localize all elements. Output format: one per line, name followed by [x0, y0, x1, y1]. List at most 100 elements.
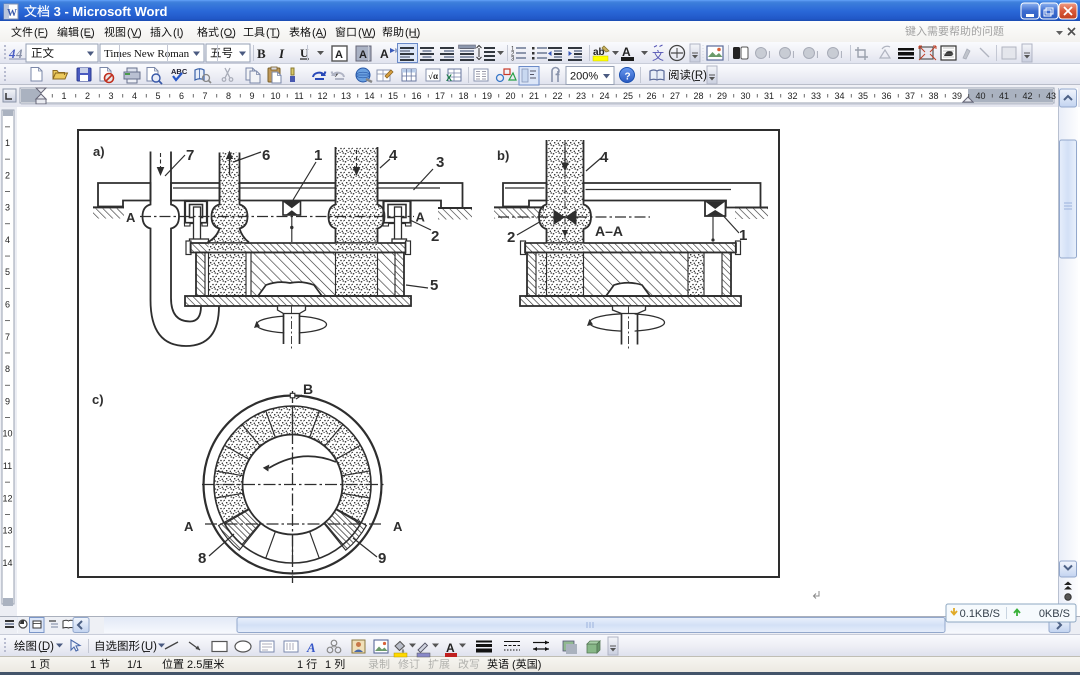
svg-text:c): c): [92, 392, 104, 407]
svg-text:Times New Roman: Times New Roman: [104, 48, 190, 60]
svg-text:7: 7: [5, 332, 10, 342]
svg-text:X: X: [446, 73, 452, 83]
svg-text:33: 33: [811, 91, 821, 101]
svg-text:9: 9: [378, 550, 386, 567]
svg-text:11: 11: [294, 91, 303, 101]
svg-text:43: 43: [1046, 91, 1056, 101]
svg-text:A: A: [306, 640, 316, 655]
svg-text:√α: √α: [428, 71, 438, 81]
svg-text:31: 31: [764, 91, 774, 101]
svg-text:B: B: [303, 381, 313, 397]
svg-text:A: A: [184, 519, 194, 534]
svg-text:7: 7: [202, 91, 207, 101]
svg-text:a): a): [93, 144, 105, 159]
svg-text:18: 18: [458, 91, 468, 101]
svg-text:1/1: 1/1: [127, 659, 142, 671]
svg-text:A: A: [622, 45, 631, 59]
svg-text:(I): (I): [173, 27, 183, 39]
svg-text:3: 3: [5, 203, 10, 213]
svg-text:A: A: [393, 519, 403, 534]
svg-text:20: 20: [505, 91, 515, 101]
svg-text:I: I: [278, 46, 285, 61]
svg-text:(: (: [509, 659, 516, 671]
svg-text:0KB/S: 0KB/S: [1039, 608, 1070, 620]
svg-text:4: 4: [132, 91, 137, 101]
svg-text:35: 35: [858, 91, 868, 101]
svg-text:12: 12: [2, 493, 12, 503]
svg-text:16: 16: [411, 91, 421, 101]
svg-text:1: 1: [90, 659, 99, 671]
svg-text:11: 11: [3, 461, 12, 471]
svg-text:200%: 200%: [570, 71, 598, 83]
svg-text:1: 1: [314, 147, 322, 164]
svg-text:W: W: [7, 8, 17, 19]
svg-text:5: 5: [155, 91, 160, 101]
svg-text:38: 38: [928, 91, 938, 101]
svg-text:5: 5: [5, 267, 10, 277]
svg-text:4: 4: [389, 147, 398, 164]
svg-text:I: I: [768, 50, 771, 61]
svg-text:5: 5: [430, 277, 438, 294]
svg-text:27: 27: [670, 91, 680, 101]
svg-text:4: 4: [600, 149, 609, 166]
svg-text:2: 2: [431, 228, 439, 245]
svg-text:1: 1: [739, 227, 747, 244]
svg-text:8: 8: [5, 364, 10, 374]
svg-text:6: 6: [262, 147, 270, 164]
svg-text:41: 41: [999, 91, 1009, 101]
svg-text:22: 22: [552, 91, 562, 101]
svg-text:2: 2: [507, 229, 515, 246]
svg-text:36: 36: [881, 91, 891, 101]
svg-text:I: I: [840, 50, 843, 61]
svg-text:40: 40: [975, 91, 985, 101]
svg-text:?: ?: [625, 72, 631, 83]
svg-text:42: 42: [1022, 91, 1032, 101]
svg-text:24: 24: [599, 91, 609, 101]
svg-text:3: 3: [108, 91, 113, 101]
svg-text:9: 9: [5, 396, 10, 406]
svg-text:1: 1: [5, 138, 10, 148]
svg-text:8: 8: [198, 550, 206, 567]
svg-text:A: A: [416, 210, 426, 225]
svg-text:25: 25: [623, 91, 633, 101]
svg-text:6: 6: [5, 300, 10, 310]
svg-text:A: A: [335, 49, 343, 61]
svg-text:23: 23: [576, 91, 586, 101]
svg-text:1: 1: [297, 659, 306, 671]
svg-text:37: 37: [905, 91, 915, 101]
svg-text:15: 15: [388, 91, 398, 101]
svg-text:19: 19: [482, 91, 492, 101]
svg-text:A: A: [126, 210, 136, 225]
svg-text:13: 13: [2, 526, 12, 536]
svg-text:I: I: [816, 50, 819, 61]
svg-text:39: 39: [952, 91, 962, 101]
svg-text:0.1KB/S: 0.1KB/S: [960, 608, 1000, 620]
svg-text:1: 1: [30, 659, 39, 671]
svg-text:9: 9: [249, 91, 254, 101]
svg-text:34: 34: [834, 91, 844, 101]
svg-text:17: 17: [435, 91, 445, 101]
svg-text:2.5: 2.5: [184, 659, 202, 671]
svg-text:29: 29: [717, 91, 727, 101]
svg-text:10: 10: [270, 91, 280, 101]
svg-text:32: 32: [787, 91, 797, 101]
svg-text:12: 12: [317, 91, 327, 101]
svg-text:A: A: [380, 47, 389, 61]
svg-text:A–A: A–A: [595, 223, 623, 239]
svg-text:26: 26: [646, 91, 656, 101]
svg-text:2: 2: [85, 91, 90, 101]
svg-text:13: 13: [341, 91, 351, 101]
svg-text:): ): [538, 659, 542, 671]
svg-text:14: 14: [364, 91, 374, 101]
svg-text:3 - Microsoft Word: 3 - Microsoft Word: [50, 4, 168, 19]
svg-text:10: 10: [2, 429, 12, 439]
svg-text:1: 1: [325, 659, 334, 671]
svg-text:14: 14: [2, 558, 12, 568]
svg-text:I: I: [792, 50, 795, 61]
svg-text:b): b): [497, 148, 509, 163]
svg-text:B: B: [257, 46, 266, 61]
svg-text:21: 21: [529, 91, 539, 101]
svg-text:6: 6: [179, 91, 184, 101]
svg-text:7: 7: [186, 147, 194, 164]
svg-text:8: 8: [226, 91, 231, 101]
